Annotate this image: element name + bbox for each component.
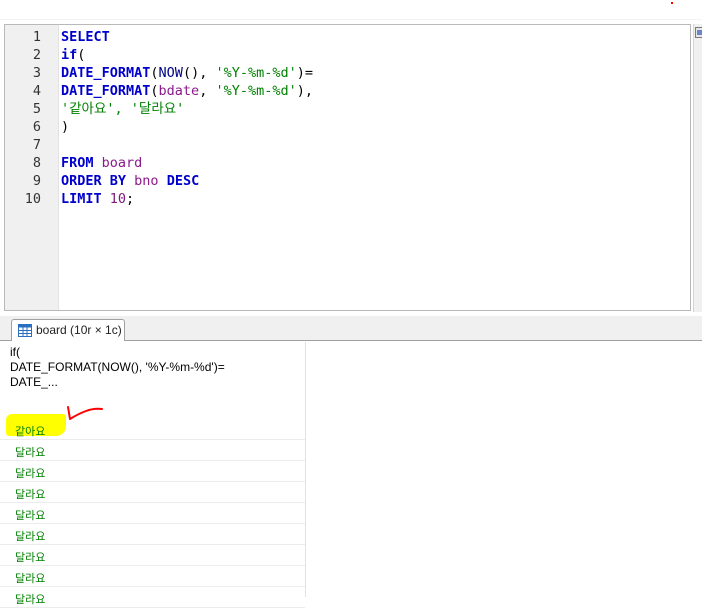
result-cell: 달라요 xyxy=(15,510,46,522)
result-cell: 달라요 xyxy=(15,447,46,459)
code-token: DATE_FORMAT xyxy=(61,65,151,81)
code-token: 10 xyxy=(109,191,127,207)
table-row[interactable]: 달라요 xyxy=(0,566,305,587)
table-row[interactable]: 달라요 xyxy=(0,482,305,503)
result-cell: 달라요 xyxy=(15,594,46,606)
code-token: ( xyxy=(150,65,159,81)
result-cell: 달라요 xyxy=(15,573,46,585)
code-token: bdate xyxy=(158,83,200,99)
code-line[interactable]: DATE_FORMAT(NOW(), '%Y-%m-%d')= xyxy=(61,64,313,82)
table-row[interactable]: 달라요 xyxy=(0,503,305,524)
code-token: ( xyxy=(77,47,86,63)
result-tab-bar: board (10r × 1c) xyxy=(0,316,702,341)
code-token: NOW xyxy=(158,65,183,81)
code-token: ), xyxy=(296,83,313,99)
line-number: 4 xyxy=(32,83,41,99)
code-token: '같아요', '달라요' xyxy=(61,101,185,117)
line-number: 7 xyxy=(32,137,41,153)
code-token: )= xyxy=(296,65,313,81)
table-row[interactable]: 달라요 xyxy=(0,461,305,482)
code-line[interactable]: if( xyxy=(61,46,85,64)
code-line[interactable]: '같아요', '달라요' xyxy=(61,100,184,118)
top-strip xyxy=(0,0,702,20)
code-token: FROM xyxy=(61,155,94,171)
code-token: (), xyxy=(182,65,216,81)
result-cell: 달라요 xyxy=(15,552,46,564)
sql-editor[interactable]: 1 SELECT 2 if(3 DATE_FORMAT(NOW(), '%Y-%m-%d… xyxy=(4,24,691,311)
table-row[interactable]: 달라요 xyxy=(0,440,305,461)
line-number: 9 xyxy=(32,173,41,189)
top-strip-rule xyxy=(0,19,702,20)
result-cell: 같아요 xyxy=(15,426,46,438)
table-grid-icon xyxy=(18,324,32,337)
editor-splitter[interactable] xyxy=(693,24,702,312)
panel-toggle-icon-fill xyxy=(697,30,702,35)
table-row[interactable]: 달라요 xyxy=(0,587,305,608)
line-number: 8 xyxy=(32,155,41,171)
code-token: '%Y-%m-%d' xyxy=(215,83,297,99)
code-line[interactable]: FROM board xyxy=(61,154,142,172)
code-line[interactable]: ) xyxy=(61,118,69,136)
code-line[interactable]: LIMIT 10; xyxy=(61,190,134,208)
result-cell: 달라요 xyxy=(15,468,46,480)
code-token: LIMIT xyxy=(61,191,102,207)
code-line[interactable]: DATE_FORMAT(bdate, '%Y-%m-%d'), xyxy=(61,82,313,100)
tab-board-result[interactable]: board (10r × 1c) xyxy=(11,319,125,341)
code-token: bno xyxy=(134,173,159,189)
code-token: board xyxy=(101,155,143,171)
code-token: DATE_FORMAT xyxy=(61,83,151,99)
red-check-mark xyxy=(67,406,103,420)
red-dot xyxy=(671,2,673,4)
table-row[interactable]: 달라요 xyxy=(0,524,305,545)
result-column-header[interactable]: if( DATE_FORMAT(NOW(), '%Y-%m-%d')= DATE… xyxy=(10,345,300,390)
line-number: 1 xyxy=(32,29,41,45)
result-column-divider[interactable] xyxy=(305,342,306,597)
code-token: ; xyxy=(126,191,135,207)
result-cell: 달라요 xyxy=(15,531,46,543)
line-number: 2 xyxy=(32,47,41,63)
code-token: if xyxy=(61,47,78,63)
code-token: SELECT xyxy=(61,29,110,45)
result-cell: 달라요 xyxy=(15,489,46,501)
table-row[interactable]: 같아요 xyxy=(0,419,305,440)
code-line[interactable]: ORDER BY bno DESC xyxy=(61,172,199,190)
code-token: ) xyxy=(61,119,70,135)
code-token: ( xyxy=(150,83,159,99)
code-token: , xyxy=(199,83,216,99)
code-token: DESC xyxy=(166,173,200,189)
table-row[interactable]: 달라요 xyxy=(0,545,305,566)
line-number: 3 xyxy=(32,65,41,81)
code-line[interactable]: SELECT xyxy=(61,28,110,46)
code-token: ORDER BY xyxy=(61,173,127,189)
line-number: 6 xyxy=(32,119,41,135)
tab-label: board (10r × 1c) xyxy=(36,323,122,337)
line-number: 10 xyxy=(24,191,41,207)
code-token: '%Y-%m-%d' xyxy=(215,65,297,81)
line-number: 5 xyxy=(32,101,41,117)
